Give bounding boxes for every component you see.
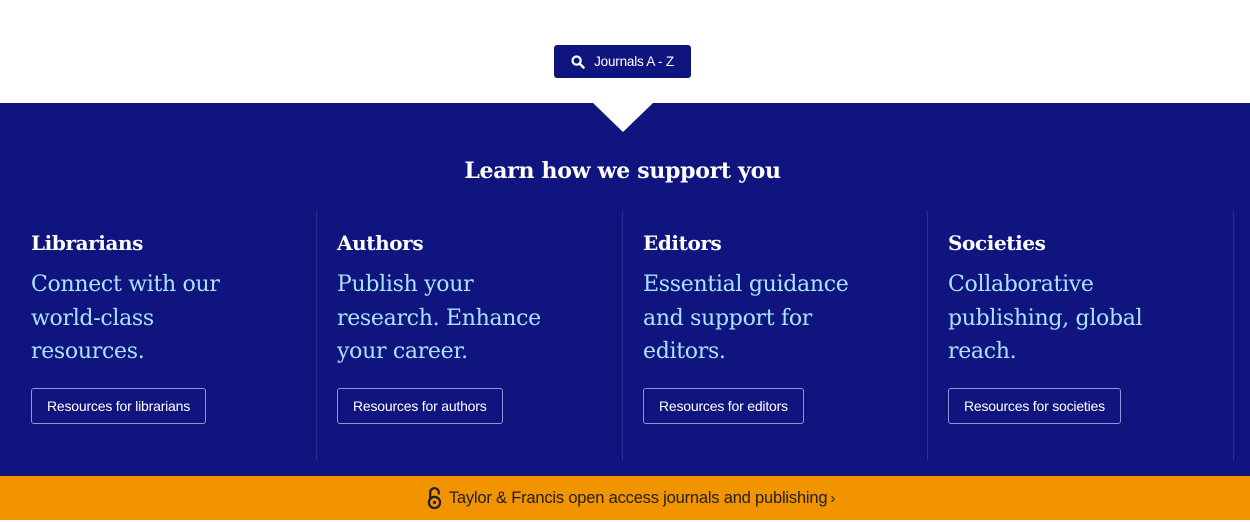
- open-access-link[interactable]: Taylor & Francis open access journals an…: [427, 486, 835, 510]
- search-icon: [571, 54, 585, 69]
- resources-for-societies-button[interactable]: Resources for societies: [948, 388, 1121, 424]
- column-librarians: Librarians Connect with our world-class …: [31, 211, 317, 460]
- resources-for-authors-button[interactable]: Resources for authors: [337, 388, 503, 424]
- section-heading: Learn how we support you: [464, 158, 781, 184]
- column-title: Authors: [337, 231, 424, 255]
- open-access-link-label: Taylor & Francis open access journals an…: [448, 488, 828, 507]
- resources-for-editors-button[interactable]: Resources for editors: [643, 388, 804, 424]
- column-tagline: Connect with our world-class resources.: [31, 272, 220, 364]
- section-pointer: [593, 103, 653, 132]
- column-tagline: Publish your research. Enhance your care…: [337, 272, 541, 364]
- open-lock-icon: [427, 486, 442, 510]
- journals-a-z-label: Journals A - Z: [594, 54, 674, 69]
- chevron-right-icon: ›: [830, 489, 836, 507]
- column-title: Editors: [643, 231, 722, 255]
- column-tagline: Essential guidance and support for edito…: [643, 272, 849, 364]
- column-title: Librarians: [31, 231, 144, 255]
- journals-a-z-button[interactable]: Journals A - Z: [554, 45, 691, 78]
- column-societies: Societies Collaborative publishing, glob…: [948, 211, 1234, 460]
- column-title: Societies: [948, 231, 1046, 255]
- column-tagline: Collaborative publishing, global reach.: [948, 272, 1143, 364]
- open-access-banner: Taylor & Francis open access journals an…: [0, 476, 1250, 520]
- resources-for-librarians-button[interactable]: Resources for librarians: [31, 388, 207, 424]
- column-authors: Authors Publish your research. Enhance y…: [337, 211, 623, 460]
- column-editors: Editors Essential guidance and support f…: [643, 211, 928, 460]
